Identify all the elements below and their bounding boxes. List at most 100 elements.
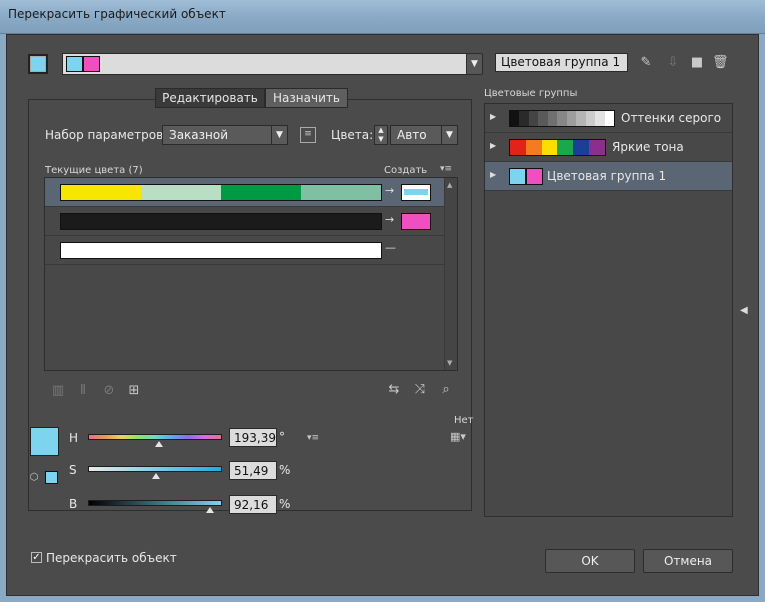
swatch[interactable] — [547, 111, 558, 126]
group1-swatch-pink[interactable] — [526, 168, 543, 185]
swatch[interactable] — [604, 111, 614, 126]
collapse-panel-arrow-icon[interactable]: ◀ — [740, 305, 748, 316]
cancel-button[interactable]: Отмена — [643, 549, 733, 573]
saturation-value: 51,49 — [234, 464, 269, 478]
tab-edit[interactable]: Редактировать — [155, 88, 265, 108]
color-mode-menu-icon[interactable]: ▾≡ — [305, 430, 321, 444]
merge-colors-icon[interactable]: ▥ — [49, 383, 67, 398]
group-row-bright[interactable]: ▶ Яркие тона — [485, 133, 732, 162]
group-name-field[interactable]: Цветовая группа 1 — [495, 53, 628, 72]
active-color-swatch[interactable] — [28, 54, 48, 74]
scrollbar[interactable]: ▲ ▼ — [444, 178, 457, 370]
scroll-down-icon[interactable]: ▼ — [447, 359, 452, 367]
table-row[interactable]: — — [45, 236, 444, 265]
tab-edit-label: Редактировать — [162, 91, 258, 105]
arrow-right-icon[interactable]: → — [385, 184, 394, 197]
brightness-value: 92,16 — [234, 498, 269, 512]
swatch[interactable] — [557, 111, 567, 126]
group-row-group1[interactable]: ▶ Цветовая группа 1 — [485, 162, 732, 191]
table-row[interactable]: → — [45, 207, 444, 236]
color-segment[interactable] — [301, 185, 381, 200]
color-library-icon[interactable]: ▦▾ — [447, 429, 469, 443]
color-segment[interactable] — [61, 185, 141, 200]
scroll-up-icon[interactable]: ▲ — [447, 181, 452, 189]
swatch[interactable] — [566, 111, 577, 126]
new-color-swatch[interactable] — [401, 184, 431, 201]
colors-count-label: Цвета: — [331, 128, 374, 142]
no-target-dash-icon[interactable]: — — [385, 241, 396, 254]
current-colors-bar[interactable] — [60, 184, 382, 201]
recolor-checkbox[interactable]: ✓ — [31, 552, 42, 563]
arrow-right-icon[interactable]: → — [385, 213, 394, 226]
hue-value: 193,39 — [234, 431, 276, 445]
group-name: Оттенки серого — [621, 111, 722, 125]
list-menu-icon[interactable]: ▾≡ — [438, 164, 454, 176]
color-segment[interactable] — [221, 185, 301, 200]
group-swatch-pink[interactable] — [83, 56, 100, 72]
ok-button[interactable]: OK — [545, 549, 635, 573]
colors-count-value: Авто — [397, 128, 427, 142]
find-color-icon[interactable]: ⌕ — [437, 382, 455, 398]
random-order-icon[interactable]: ⇆ — [385, 382, 403, 398]
group-name: Цветовая группа 1 — [547, 169, 667, 183]
preset-dropdown[interactable]: Заказной ▼ — [162, 125, 288, 145]
saturation-slider-track[interactable] — [88, 466, 222, 472]
preset-options-icon[interactable]: ≡ — [300, 127, 316, 143]
swatch[interactable] — [595, 111, 605, 126]
brightness-value-field[interactable]: 92,16 — [229, 495, 277, 514]
swatch[interactable] — [538, 111, 548, 126]
group-row-grayscale[interactable]: ▶ Оттенки серого — [485, 104, 732, 133]
grayscale-swatches[interactable] — [509, 110, 615, 127]
colors-count-dropdown[interactable]: Авто ▼ — [390, 125, 458, 145]
new-color-swatch[interactable] — [401, 213, 431, 230]
chevron-down-icon: ▼ — [271, 126, 287, 144]
brightness-label: B — [69, 497, 78, 511]
delete-trash-icon[interactable]: 🗑 — [712, 55, 729, 71]
bright-swatches[interactable] — [509, 139, 606, 156]
swatch[interactable] — [510, 140, 526, 155]
swatch[interactable] — [525, 140, 542, 155]
group-colors-bar[interactable] — [62, 53, 472, 75]
exclude-colors-icon[interactable]: ⊘ — [100, 383, 118, 398]
group1-swatch-cyan[interactable] — [509, 168, 526, 185]
expand-arrow-icon[interactable]: ▶ — [490, 112, 496, 121]
brightness-slider-track[interactable] — [88, 500, 222, 506]
color-groups-list: ▶ Оттенки серого ▶ Яркие тона ▶ Цветовая… — [484, 103, 733, 517]
color-segment[interactable] — [141, 185, 221, 200]
swatch[interactable] — [576, 111, 586, 126]
group-swatch-cyan[interactable] — [66, 56, 83, 72]
hue-slider-thumb[interactable] — [155, 441, 163, 447]
color-groups-header: Цветовые группы — [484, 88, 578, 99]
eyedropper-icon[interactable]: ✎ — [638, 55, 654, 71]
new-row-icon[interactable]: ⊞ — [125, 383, 143, 398]
expand-arrow-icon[interactable]: ▶ — [490, 141, 496, 150]
saturation-slider-thumb[interactable] — [152, 473, 160, 479]
random-saturation-icon[interactable]: ⤨ — [411, 382, 429, 398]
save-changes-icon[interactable]: ⇩ — [665, 55, 681, 71]
swatch[interactable] — [510, 111, 520, 126]
tab-assign[interactable]: Назначить — [265, 88, 348, 108]
hue-slider-track[interactable] — [88, 434, 222, 440]
swatch[interactable] — [557, 140, 574, 155]
cube-icon[interactable]: ⬡ — [28, 470, 40, 483]
swatch[interactable] — [528, 111, 539, 126]
separate-colors-icon[interactable]: ⦀ — [74, 383, 92, 398]
hue-label: H — [69, 431, 79, 445]
swatch[interactable] — [573, 140, 590, 155]
out-of-gamut-swatch[interactable] — [45, 471, 58, 484]
recolor-checkbox-label[interactable]: Перекрасить объект — [46, 551, 177, 565]
table-row[interactable]: → — [45, 178, 444, 207]
hue-value-field[interactable]: 193,39 — [229, 428, 277, 447]
colors-count-stepper[interactable]: ▲ ▼ — [374, 125, 388, 145]
expand-arrow-icon[interactable]: ▶ — [490, 170, 496, 179]
swatch[interactable] — [541, 140, 558, 155]
group-colors-dropdown[interactable]: ▼ — [466, 53, 483, 75]
current-colors-bar[interactable] — [60, 213, 382, 230]
saturation-value-field[interactable]: 51,49 — [229, 461, 277, 480]
swatch[interactable] — [585, 111, 596, 126]
swatch[interactable] — [519, 111, 529, 126]
brightness-slider-thumb[interactable] — [206, 507, 214, 513]
current-colors-bar[interactable] — [60, 242, 382, 259]
new-group-folder-icon[interactable]: ■ — [688, 55, 706, 71]
swatch[interactable] — [589, 140, 605, 155]
